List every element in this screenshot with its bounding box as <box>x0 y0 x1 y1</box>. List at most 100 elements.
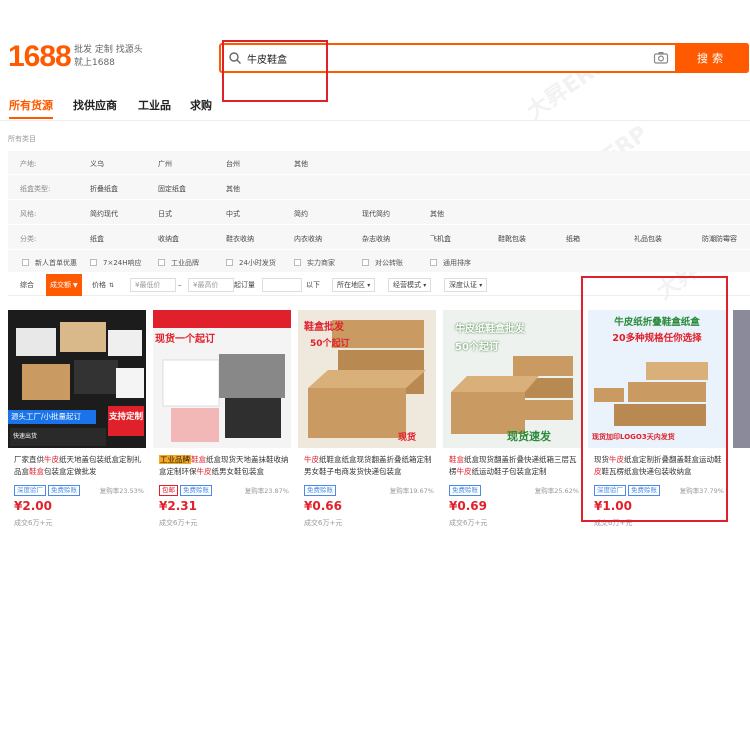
image-subtext: 20多种规格任你选择 <box>612 333 702 344</box>
badge: 深度验厂 <box>14 485 46 496</box>
search-input[interactable] <box>247 48 637 68</box>
filter-option[interactable]: 日式 <box>158 209 172 219</box>
search-button[interactable]: 搜索 <box>675 43 749 73</box>
industrial-brand-tag: 工业品牌 <box>159 455 191 464</box>
filter-option[interactable]: 鞋衣收纳 <box>226 234 254 244</box>
location-select[interactable]: 所在地区 ▾ <box>332 278 376 292</box>
certification-select[interactable]: 深度认证 ▾ <box>444 278 488 292</box>
product-price: ¥0.69 <box>449 499 487 513</box>
site-logo[interactable]: 1688 <box>8 40 72 74</box>
image-headline <box>153 310 291 328</box>
product-badges: 深度验厂 免费赊账 复购率37.79% <box>594 485 726 496</box>
product-card[interactable]: 现货一个起订 工业品牌鞋盒纸盒现货天地盖抹鞋收纳盒定制环保牛皮纸男女鞋包装盒 包… <box>153 310 291 538</box>
filter-option[interactable]: 纸箱 <box>566 234 580 244</box>
product-image[interactable]: 牛皮纸折叠鞋盒纸盒 20多种规格任你选择 现货加印LOGO3天内发货 <box>588 310 726 448</box>
filter-option[interactable]: 广州 <box>158 159 172 169</box>
filter-checkbox[interactable]: 实力商家 <box>294 258 335 268</box>
product-title[interactable]: 牛皮纸鞋盒纸盒现货翻盖折叠纸箱定制男女鞋子电商发货快递包装盒 <box>304 454 436 478</box>
breadcrumb[interactable]: 所有类目 <box>8 134 36 144</box>
checkbox-icon <box>294 259 301 266</box>
filter-option[interactable]: 简约 <box>294 209 308 219</box>
min-order-input[interactable] <box>262 278 302 292</box>
product-image[interactable]: 牛皮纸鞋盒批发 50个起订 现货速发 <box>443 310 581 448</box>
filter-option[interactable]: 台州 <box>226 159 240 169</box>
filter-option[interactable]: 鞋靴包装 <box>498 234 526 244</box>
checkbox-icon <box>226 259 233 266</box>
tab-wanted[interactable]: 求购 <box>190 97 212 113</box>
repurchase-rate: 复购率19.67% <box>389 487 434 495</box>
tab-industrial[interactable]: 工业品 <box>138 97 171 113</box>
filter-option[interactable]: 杂志收纳 <box>362 234 390 244</box>
product-card[interactable]: 牛皮纸折叠鞋盒纸盒 20多种规格任你选择 现货加印LOGO3天内发货 现货牛皮纸… <box>588 310 726 538</box>
filter-checkbox[interactable]: 24小时发货 <box>226 258 276 268</box>
tab-all-sources[interactable]: 所有货源 <box>9 97 53 119</box>
repurchase-rate: 复购率25.62% <box>534 487 579 495</box>
filter-row-checks: 新人首单优惠 7×24H响应 工业品牌 24小时发货 实力商家 对公转账 通用排… <box>8 251 750 275</box>
sort-turnover[interactable]: 成交额 ▼ <box>46 274 82 296</box>
product-title[interactable]: 现货牛皮纸盒定制折叠翻盖鞋盒运动鞋皮鞋瓦楞纸盒快递包装收纳盒 <box>594 454 726 478</box>
checkbox-icon <box>22 259 29 266</box>
filter-checkbox[interactable]: 对公转账 <box>362 258 403 268</box>
filter-row-origin: 产地: 义乌 广州 台州 其他 <box>8 151 750 175</box>
image-banner: 牛皮纸鞋盒批发 <box>455 324 525 335</box>
product-image[interactable]: 现货一个起订 <box>153 310 291 448</box>
filter-option[interactable]: 收纳盒 <box>158 234 179 244</box>
business-mode-select[interactable]: 经营模式 ▾ <box>388 278 432 292</box>
filter-option[interactable]: 简约现代 <box>90 209 118 219</box>
filter-checkbox[interactable]: 通用排序 <box>430 258 471 268</box>
filter-option[interactable]: 其他 <box>226 184 240 194</box>
badge: 免费赊账 <box>449 485 481 496</box>
chevron-down-icon: ▾ <box>423 282 427 289</box>
filter-option[interactable]: 中式 <box>226 209 240 219</box>
image-badge: 现货 <box>398 433 417 443</box>
product-title[interactable]: 厂家直供牛皮纸天地盖包装纸盒定制礼品盒鞋盒包装盒定做批发 <box>14 454 146 478</box>
filter-row-box-type: 纸盒类型: 折叠纸盒 固定纸盒 其他 <box>8 176 750 200</box>
filter-option[interactable]: 固定纸盒 <box>158 184 186 194</box>
filter-checkbox[interactable]: 工业品牌 <box>158 258 199 268</box>
product-sold: 成交6万+元 <box>14 519 53 527</box>
min-order-label: 起订量 <box>234 281 255 289</box>
caret-down-icon: ▼ <box>73 281 78 289</box>
filter-option[interactable]: 其他 <box>430 209 444 219</box>
product-card[interactable]: 牛皮纸鞋盒批发 50个起订 现货速发 鞋盒纸盒现货翻盖折叠快递纸箱三层瓦楞牛皮纸… <box>443 310 581 538</box>
camera-icon[interactable] <box>653 50 669 66</box>
chevron-down-icon: ▾ <box>479 282 483 289</box>
filter-option[interactable]: 折叠纸盒 <box>90 184 118 194</box>
product-card[interactable]: 鞋盒批发 50个起订 现货 牛皮纸鞋盒纸盒现货翻盖折叠纸箱定制男女鞋子电商发货快… <box>298 310 436 538</box>
filter-panel: 产地: 义乌 广州 台州 其他 纸盒类型: 折叠纸盒 固定纸盒 其他 风格: 简… <box>8 151 750 272</box>
filter-option[interactable]: 义乌 <box>90 159 104 169</box>
site-slogan: 批发 定制 找源头 就上1688 <box>74 45 143 68</box>
tab-find-suppliers[interactable]: 找供应商 <box>73 97 117 113</box>
badge: 深度验厂 <box>594 485 626 496</box>
filter-option[interactable]: 纸盒 <box>90 234 104 244</box>
badge: 免费赊账 <box>48 485 80 496</box>
product-card-partial[interactable] <box>733 310 750 448</box>
filter-checkbox[interactable]: 7×24H响应 <box>90 258 142 268</box>
header: 1688 批发 定制 找源头 就上1688 搜索 <box>0 36 750 84</box>
product-image[interactable]: 源头工厂/小批量起订 支持定制 快速出货 <box>8 310 146 448</box>
filter-option[interactable]: 防潮防霉容 <box>702 234 737 244</box>
product-sold: 成交6万+元 <box>159 519 198 527</box>
product-title[interactable]: 鞋盒纸盒现货翻盖折叠快递纸箱三层瓦楞牛皮纸运动鞋子包装盒定制 <box>449 454 581 478</box>
filter-checkbox[interactable]: 新人首单优惠 <box>22 258 77 268</box>
filter-option[interactable]: 飞机盒 <box>430 234 451 244</box>
image-badge: 现货速发 <box>507 430 551 443</box>
product-card[interactable]: 源头工厂/小批量起订 支持定制 快速出货 厂家直供牛皮纸天地盖包装纸盒定制礼品盒… <box>8 310 146 538</box>
price-range-separator: – <box>178 281 182 289</box>
main-tabs: 所有货源 找供应商 工业品 求购 <box>0 94 750 119</box>
image-banner: 鞋盒批发 <box>304 322 344 333</box>
min-price-input[interactable]: ¥最低价 <box>130 278 176 292</box>
filter-option[interactable]: 礼品包装 <box>634 234 662 244</box>
product-badges: 包邮 免费赊账 复购率23.87% <box>159 485 291 496</box>
image-subtext: 50个起订 <box>310 339 350 349</box>
filter-option[interactable]: 内衣收纳 <box>294 234 322 244</box>
sort-default[interactable]: 综合 <box>20 274 34 296</box>
filter-option[interactable]: 现代简约 <box>362 209 390 219</box>
product-image[interactable]: 鞋盒批发 50个起订 现货 <box>298 310 436 448</box>
max-price-input[interactable]: ¥最高价 <box>188 278 234 292</box>
sort-price[interactable]: 价格 ⇅ <box>92 274 114 296</box>
checkbox-icon <box>90 259 97 266</box>
product-title[interactable]: 工业品牌鞋盒纸盒现货天地盖抹鞋收纳盒定制环保牛皮纸男女鞋包装盒 <box>159 454 291 478</box>
filter-option[interactable]: 其他 <box>294 159 308 169</box>
image-banner: 牛皮纸折叠鞋盒纸盒 <box>614 317 700 328</box>
